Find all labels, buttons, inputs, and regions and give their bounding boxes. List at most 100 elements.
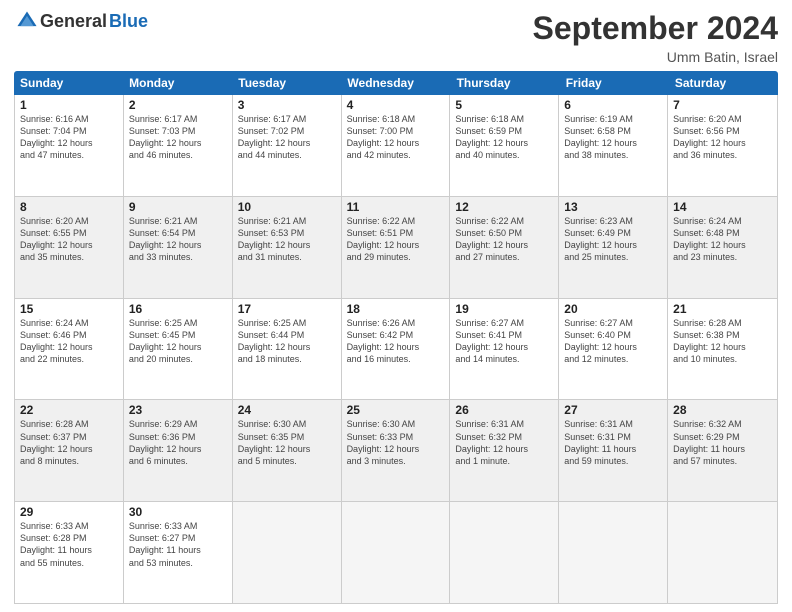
day-info: Sunrise: 6:28 AM Sunset: 6:38 PM Dayligh… <box>673 317 772 366</box>
calendar-cell: 7Sunrise: 6:20 AM Sunset: 6:56 PM Daylig… <box>668 95 777 196</box>
header-day-thursday: Thursday <box>451 71 560 95</box>
calendar-body: 1Sunrise: 6:16 AM Sunset: 7:04 PM Daylig… <box>14 95 778 604</box>
calendar-row-3: 22Sunrise: 6:28 AM Sunset: 6:37 PM Dayli… <box>15 400 777 502</box>
logo: General Blue <box>14 10 148 32</box>
calendar-cell: 24Sunrise: 6:30 AM Sunset: 6:35 PM Dayli… <box>233 400 342 501</box>
header-day-sunday: Sunday <box>14 71 123 95</box>
calendar-cell: 26Sunrise: 6:31 AM Sunset: 6:32 PM Dayli… <box>450 400 559 501</box>
day-number: 11 <box>347 200 445 214</box>
day-info: Sunrise: 6:27 AM Sunset: 6:40 PM Dayligh… <box>564 317 662 366</box>
calendar: SundayMondayTuesdayWednesdayThursdayFrid… <box>14 71 778 604</box>
day-info: Sunrise: 6:17 AM Sunset: 7:02 PM Dayligh… <box>238 113 336 162</box>
day-number: 16 <box>129 302 227 316</box>
day-number: 21 <box>673 302 772 316</box>
calendar-cell: 9Sunrise: 6:21 AM Sunset: 6:54 PM Daylig… <box>124 197 233 298</box>
day-number: 20 <box>564 302 662 316</box>
day-number: 24 <box>238 403 336 417</box>
day-info: Sunrise: 6:33 AM Sunset: 6:28 PM Dayligh… <box>20 520 118 569</box>
calendar-cell: 5Sunrise: 6:18 AM Sunset: 6:59 PM Daylig… <box>450 95 559 196</box>
calendar-cell: 25Sunrise: 6:30 AM Sunset: 6:33 PM Dayli… <box>342 400 451 501</box>
calendar-cell: 10Sunrise: 6:21 AM Sunset: 6:53 PM Dayli… <box>233 197 342 298</box>
day-info: Sunrise: 6:17 AM Sunset: 7:03 PM Dayligh… <box>129 113 227 162</box>
calendar-cell: 23Sunrise: 6:29 AM Sunset: 6:36 PM Dayli… <box>124 400 233 501</box>
calendar-cell: 16Sunrise: 6:25 AM Sunset: 6:45 PM Dayli… <box>124 299 233 400</box>
calendar-cell: 17Sunrise: 6:25 AM Sunset: 6:44 PM Dayli… <box>233 299 342 400</box>
day-number: 29 <box>20 505 118 519</box>
logo-general: General <box>40 11 107 32</box>
calendar-cell: 6Sunrise: 6:19 AM Sunset: 6:58 PM Daylig… <box>559 95 668 196</box>
calendar-cell <box>668 502 777 603</box>
day-info: Sunrise: 6:21 AM Sunset: 6:53 PM Dayligh… <box>238 215 336 264</box>
calendar-cell <box>559 502 668 603</box>
day-info: Sunrise: 6:19 AM Sunset: 6:58 PM Dayligh… <box>564 113 662 162</box>
calendar-row-1: 8Sunrise: 6:20 AM Sunset: 6:55 PM Daylig… <box>15 197 777 299</box>
calendar-cell: 13Sunrise: 6:23 AM Sunset: 6:49 PM Dayli… <box>559 197 668 298</box>
calendar-cell: 8Sunrise: 6:20 AM Sunset: 6:55 PM Daylig… <box>15 197 124 298</box>
calendar-cell: 19Sunrise: 6:27 AM Sunset: 6:41 PM Dayli… <box>450 299 559 400</box>
header-day-saturday: Saturday <box>669 71 778 95</box>
day-info: Sunrise: 6:21 AM Sunset: 6:54 PM Dayligh… <box>129 215 227 264</box>
day-info: Sunrise: 6:30 AM Sunset: 6:35 PM Dayligh… <box>238 418 336 467</box>
calendar-row-4: 29Sunrise: 6:33 AM Sunset: 6:28 PM Dayli… <box>15 502 777 603</box>
day-info: Sunrise: 6:33 AM Sunset: 6:27 PM Dayligh… <box>129 520 227 569</box>
day-info: Sunrise: 6:25 AM Sunset: 6:44 PM Dayligh… <box>238 317 336 366</box>
day-number: 27 <box>564 403 662 417</box>
day-number: 12 <box>455 200 553 214</box>
calendar-cell: 12Sunrise: 6:22 AM Sunset: 6:50 PM Dayli… <box>450 197 559 298</box>
calendar-header: SundayMondayTuesdayWednesdayThursdayFrid… <box>14 71 778 95</box>
day-info: Sunrise: 6:32 AM Sunset: 6:29 PM Dayligh… <box>673 418 772 467</box>
calendar-cell: 18Sunrise: 6:26 AM Sunset: 6:42 PM Dayli… <box>342 299 451 400</box>
calendar-cell <box>450 502 559 603</box>
calendar-cell: 30Sunrise: 6:33 AM Sunset: 6:27 PM Dayli… <box>124 502 233 603</box>
day-number: 26 <box>455 403 553 417</box>
calendar-cell: 27Sunrise: 6:31 AM Sunset: 6:31 PM Dayli… <box>559 400 668 501</box>
location: Umm Batin, Israel <box>533 49 778 65</box>
title-section: September 2024 Umm Batin, Israel <box>533 10 778 65</box>
day-info: Sunrise: 6:26 AM Sunset: 6:42 PM Dayligh… <box>347 317 445 366</box>
day-info: Sunrise: 6:24 AM Sunset: 6:46 PM Dayligh… <box>20 317 118 366</box>
day-number: 18 <box>347 302 445 316</box>
day-number: 9 <box>129 200 227 214</box>
header: General Blue September 2024 Umm Batin, I… <box>14 10 778 65</box>
day-number: 7 <box>673 98 772 112</box>
day-number: 13 <box>564 200 662 214</box>
day-number: 4 <box>347 98 445 112</box>
day-info: Sunrise: 6:23 AM Sunset: 6:49 PM Dayligh… <box>564 215 662 264</box>
day-number: 6 <box>564 98 662 112</box>
day-info: Sunrise: 6:22 AM Sunset: 6:51 PM Dayligh… <box>347 215 445 264</box>
day-number: 3 <box>238 98 336 112</box>
day-number: 19 <box>455 302 553 316</box>
header-day-friday: Friday <box>560 71 669 95</box>
calendar-cell <box>233 502 342 603</box>
calendar-cell: 21Sunrise: 6:28 AM Sunset: 6:38 PM Dayli… <box>668 299 777 400</box>
day-info: Sunrise: 6:16 AM Sunset: 7:04 PM Dayligh… <box>20 113 118 162</box>
day-number: 25 <box>347 403 445 417</box>
day-info: Sunrise: 6:27 AM Sunset: 6:41 PM Dayligh… <box>455 317 553 366</box>
calendar-row-2: 15Sunrise: 6:24 AM Sunset: 6:46 PM Dayli… <box>15 299 777 401</box>
day-info: Sunrise: 6:31 AM Sunset: 6:32 PM Dayligh… <box>455 418 553 467</box>
calendar-cell: 15Sunrise: 6:24 AM Sunset: 6:46 PM Dayli… <box>15 299 124 400</box>
header-day-tuesday: Tuesday <box>232 71 341 95</box>
logo-blue: Blue <box>109 11 148 32</box>
day-number: 22 <box>20 403 118 417</box>
calendar-row-0: 1Sunrise: 6:16 AM Sunset: 7:04 PM Daylig… <box>15 95 777 197</box>
day-info: Sunrise: 6:24 AM Sunset: 6:48 PM Dayligh… <box>673 215 772 264</box>
day-info: Sunrise: 6:18 AM Sunset: 6:59 PM Dayligh… <box>455 113 553 162</box>
calendar-cell: 1Sunrise: 6:16 AM Sunset: 7:04 PM Daylig… <box>15 95 124 196</box>
calendar-cell: 20Sunrise: 6:27 AM Sunset: 6:40 PM Dayli… <box>559 299 668 400</box>
calendar-cell: 2Sunrise: 6:17 AM Sunset: 7:03 PM Daylig… <box>124 95 233 196</box>
day-number: 8 <box>20 200 118 214</box>
calendar-cell: 28Sunrise: 6:32 AM Sunset: 6:29 PM Dayli… <box>668 400 777 501</box>
day-number: 28 <box>673 403 772 417</box>
day-number: 10 <box>238 200 336 214</box>
month-title: September 2024 <box>533 10 778 47</box>
day-info: Sunrise: 6:18 AM Sunset: 7:00 PM Dayligh… <box>347 113 445 162</box>
calendar-cell: 22Sunrise: 6:28 AM Sunset: 6:37 PM Dayli… <box>15 400 124 501</box>
day-info: Sunrise: 6:30 AM Sunset: 6:33 PM Dayligh… <box>347 418 445 467</box>
calendar-cell: 14Sunrise: 6:24 AM Sunset: 6:48 PM Dayli… <box>668 197 777 298</box>
day-info: Sunrise: 6:20 AM Sunset: 6:56 PM Dayligh… <box>673 113 772 162</box>
header-day-monday: Monday <box>123 71 232 95</box>
day-info: Sunrise: 6:28 AM Sunset: 6:37 PM Dayligh… <box>20 418 118 467</box>
calendar-cell: 4Sunrise: 6:18 AM Sunset: 7:00 PM Daylig… <box>342 95 451 196</box>
day-info: Sunrise: 6:20 AM Sunset: 6:55 PM Dayligh… <box>20 215 118 264</box>
